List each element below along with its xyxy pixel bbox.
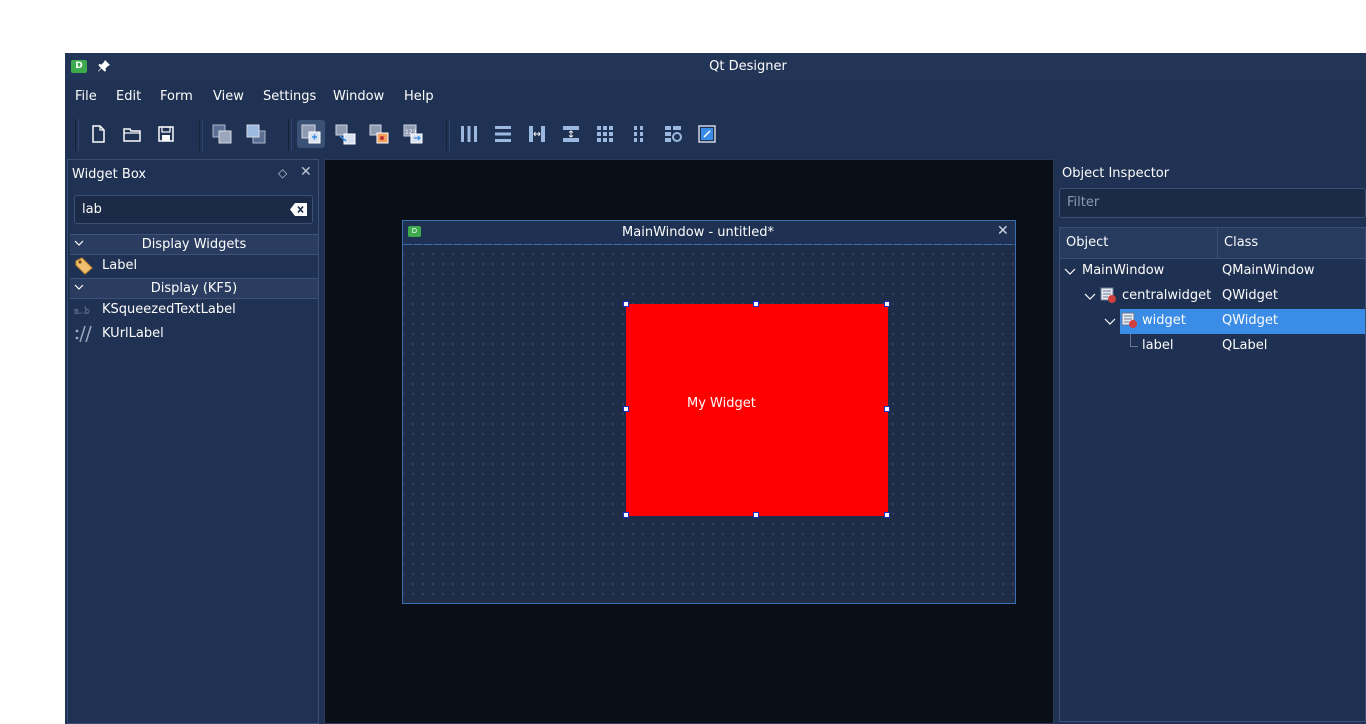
- clear-search-icon[interactable]: [290, 203, 307, 216]
- layout-grid-icon[interactable]: [591, 120, 619, 148]
- bring-to-front-icon[interactable]: [208, 120, 236, 148]
- widget-item-name: Label: [102, 258, 138, 273]
- column-header-object[interactable]: Object: [1066, 235, 1108, 250]
- layout-form-icon[interactable]: [625, 120, 653, 148]
- menu-settings[interactable]: Settings: [263, 89, 316, 104]
- toolbar-handle[interactable]: [75, 119, 79, 151]
- menu-view[interactable]: View: [213, 89, 244, 104]
- category-display-widgets[interactable]: Display Widgets: [70, 234, 318, 255]
- squeezed-text-icon: a..b: [74, 305, 90, 315]
- tree-object-name: centralwidget: [1122, 288, 1212, 303]
- chevron-down-icon[interactable]: [1084, 289, 1096, 303]
- window-title: Qt Designer: [709, 59, 787, 74]
- widget-layout-icon: [1121, 312, 1137, 328]
- tree-row-centralwidget[interactable]: centralwidget QWidget: [1060, 284, 1365, 309]
- tree-branch-line: [1130, 346, 1138, 347]
- layout-vertical-splitter-icon[interactable]: [557, 120, 585, 148]
- toolbar: 123: [65, 111, 1366, 157]
- resize-handle-bottom-left[interactable]: [623, 512, 629, 518]
- float-panel-icon[interactable]: ◇: [278, 166, 287, 180]
- resize-handle-left[interactable]: [623, 406, 629, 412]
- layout-vertical-icon[interactable]: [489, 120, 517, 148]
- widget-search-value: lab: [82, 202, 102, 217]
- tree-class-name: QLabel: [1222, 338, 1268, 353]
- open-form-icon[interactable]: [118, 120, 146, 148]
- widget-item-label[interactable]: Label: [72, 255, 318, 277]
- tree-object-name: MainWindow: [1082, 263, 1165, 278]
- layout-horizontal-icon[interactable]: [455, 120, 483, 148]
- red-widget[interactable]: My Widget: [626, 304, 888, 516]
- form-title: MainWindow - untitled*: [622, 225, 774, 240]
- widget-search-input[interactable]: lab: [74, 195, 313, 224]
- toolbar-separator: [446, 119, 450, 151]
- widget-item-kurllabel[interactable]: KUrlLabel: [72, 323, 318, 345]
- resize-handle-top-right[interactable]: [884, 301, 890, 307]
- widget-box-panel: Widget Box ◇ ✕ lab Display Widgets Label…: [67, 159, 319, 724]
- send-to-back-icon[interactable]: [242, 120, 270, 148]
- save-form-icon[interactable]: [152, 120, 180, 148]
- title-bar: D Qt Designer: [65, 53, 1366, 81]
- chevron-down-icon[interactable]: [1104, 314, 1116, 328]
- menu-bar: File Edit Form View Settings Window Help: [65, 81, 1366, 111]
- adjust-size-icon[interactable]: [693, 120, 721, 148]
- resize-handle-top[interactable]: [753, 301, 759, 307]
- category-display-kf5[interactable]: Display (KF5): [70, 278, 318, 299]
- widget-layout-icon: [1100, 287, 1116, 303]
- column-divider[interactable]: [1217, 228, 1218, 258]
- label-tag-icon: [75, 257, 93, 275]
- object-tree-header: Object Class: [1060, 228, 1365, 259]
- toolbar-separator: [199, 119, 203, 151]
- toolbar-separator: [288, 119, 292, 151]
- tree-object-name: widget: [1142, 313, 1186, 328]
- tree-row-widget[interactable]: widget QWidget: [1060, 309, 1365, 334]
- widget-label[interactable]: My Widget: [687, 396, 756, 411]
- close-panel-icon[interactable]: ✕: [300, 164, 312, 180]
- new-form-icon[interactable]: [84, 120, 112, 148]
- widget-item-name: KSqueezedTextLabel: [102, 302, 236, 317]
- menu-file[interactable]: File: [75, 89, 97, 104]
- object-filter-input[interactable]: Filter: [1059, 188, 1366, 218]
- svg-text:a..b: a..b: [74, 305, 90, 315]
- edit-tab-order-icon[interactable]: 123: [399, 120, 427, 148]
- menu-edit[interactable]: Edit: [116, 89, 141, 104]
- edit-widgets-icon[interactable]: [297, 120, 325, 148]
- widget-item-name: KUrlLabel: [102, 326, 164, 341]
- category-label: Display Widgets: [141, 237, 247, 252]
- column-header-class[interactable]: Class: [1224, 235, 1258, 250]
- widget-box-title: Widget Box: [72, 167, 147, 182]
- tree-row-mainwindow[interactable]: MainWindow QMainWindow: [1060, 259, 1365, 284]
- resize-handle-bottom-right[interactable]: [884, 512, 890, 518]
- tree-class-name: QWidget: [1222, 288, 1279, 303]
- chevron-down-icon[interactable]: [1064, 264, 1076, 278]
- widget-item-ksqueezedtextlabel[interactable]: a..b KSqueezedTextLabel: [72, 299, 318, 321]
- resize-handle-top-left[interactable]: [623, 301, 629, 307]
- close-icon[interactable]: ✕: [997, 223, 1009, 239]
- object-tree[interactable]: Object Class MainWindow QMainWindow cent…: [1059, 227, 1366, 722]
- menu-window[interactable]: Window: [333, 89, 384, 104]
- url-label-icon: [75, 325, 92, 343]
- tree-row-label[interactable]: label QLabel: [1060, 334, 1365, 359]
- tree-object-name: label: [1142, 338, 1174, 353]
- object-inspector-panel: Object Inspector Filter Object Class Mai…: [1057, 159, 1366, 724]
- filter-placeholder: Filter: [1067, 195, 1100, 210]
- tree-class-name: QWidget: [1222, 313, 1279, 328]
- break-layout-icon[interactable]: [659, 120, 687, 148]
- form-title-bar[interactable]: D MainWindow - untitled* ✕: [403, 221, 1015, 245]
- tree-class-name: QMainWindow: [1222, 263, 1315, 278]
- object-inspector-title: Object Inspector: [1062, 166, 1170, 181]
- layout-horizontal-splitter-icon[interactable]: [523, 120, 551, 148]
- category-label: Display (KF5): [150, 281, 238, 296]
- menu-help[interactable]: Help: [404, 89, 434, 104]
- qt-designer-window: D Qt Designer File Edit Form View Settin…: [65, 53, 1366, 724]
- menu-form[interactable]: Form: [160, 89, 193, 104]
- edit-signals-slots-icon[interactable]: [331, 120, 359, 148]
- edit-buddies-icon[interactable]: [365, 120, 393, 148]
- resize-handle-right[interactable]: [884, 406, 890, 412]
- resize-handle-bottom[interactable]: [753, 512, 759, 518]
